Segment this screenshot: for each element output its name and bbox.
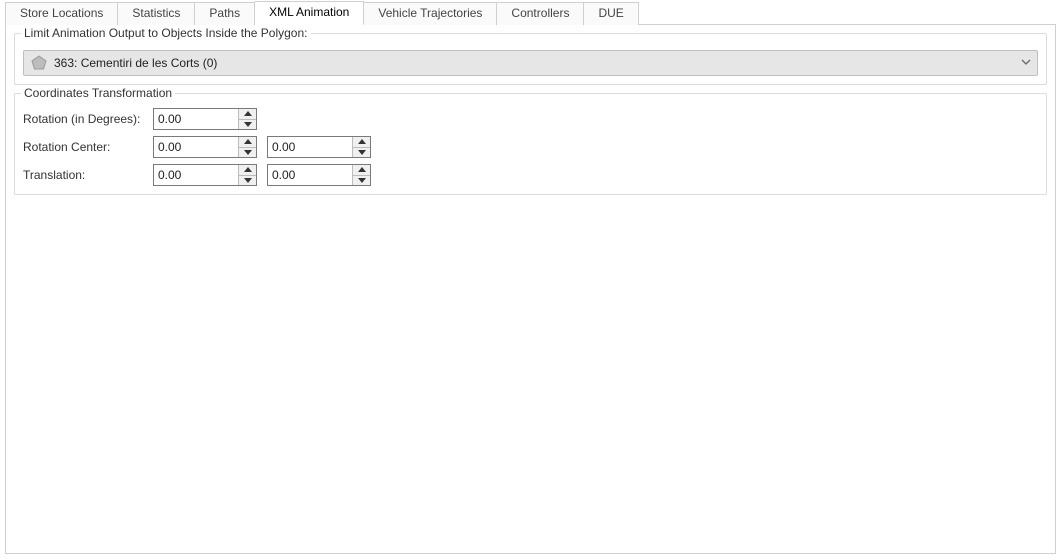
rotation-center-x-spin-buttons (238, 137, 256, 157)
tab-panel-xml-animation: Limit Animation Output to Objects Inside… (5, 24, 1056, 554)
polygon-limit-legend: Limit Animation Output to Objects Inside… (21, 26, 311, 40)
rotation-center-y-spinbox[interactable] (267, 136, 371, 158)
rotation-center-row: Rotation Center: (23, 136, 1038, 158)
tab-bar: Store Locations Statistics Paths XML Ani… (0, 0, 1061, 24)
coordinates-transformation-legend: Coordinates Transformation (21, 86, 175, 100)
translation-y-input[interactable] (268, 165, 352, 185)
translation-x-input[interactable] (154, 165, 238, 185)
coordinates-transformation-group: Coordinates Transformation Rotation (in … (14, 93, 1047, 195)
rotation-center-y-input[interactable] (268, 137, 352, 157)
tab-statistics[interactable]: Statistics (118, 2, 195, 25)
tab-xml-animation[interactable]: XML Animation (255, 1, 364, 25)
spin-up-icon[interactable] (239, 165, 256, 176)
rotation-center-x-input[interactable] (154, 137, 238, 157)
rotation-center-label: Rotation Center: (23, 140, 153, 154)
translation-x-spinbox[interactable] (153, 164, 257, 186)
translation-row: Translation: (23, 164, 1038, 186)
translation-y-spinbox[interactable] (267, 164, 371, 186)
rotation-degrees-label: Rotation (in Degrees): (23, 112, 153, 126)
spin-down-icon[interactable] (239, 176, 256, 186)
rotation-degrees-input[interactable] (154, 109, 238, 129)
rotation-center-x-spinbox[interactable] (153, 136, 257, 158)
rotation-degrees-spinbox[interactable] (153, 108, 257, 130)
translation-y-spin-buttons (352, 165, 370, 185)
spin-down-icon[interactable] (239, 120, 256, 130)
spin-up-icon[interactable] (353, 165, 370, 176)
spin-up-icon[interactable] (353, 137, 370, 148)
spin-down-icon[interactable] (239, 148, 256, 158)
spin-down-icon[interactable] (353, 148, 370, 158)
chevron-down-icon (1021, 56, 1031, 70)
tab-paths[interactable]: Paths (195, 2, 255, 25)
polygon-icon (30, 54, 48, 72)
rotation-degrees-row: Rotation (in Degrees): (23, 108, 1038, 130)
polygon-select[interactable]: 363: Cementiri de les Corts (0) (23, 50, 1038, 76)
tabs-container: Store Locations Statistics Paths XML Ani… (0, 0, 1061, 554)
tab-store-locations[interactable]: Store Locations (5, 2, 118, 25)
rotation-center-y-spin-buttons (352, 137, 370, 157)
tab-due[interactable]: DUE (584, 2, 638, 25)
tab-vehicle-trajectories[interactable]: Vehicle Trajectories (364, 2, 497, 25)
spin-up-icon[interactable] (239, 137, 256, 148)
translation-label: Translation: (23, 168, 153, 182)
tab-controllers[interactable]: Controllers (497, 2, 584, 25)
spin-down-icon[interactable] (353, 176, 370, 186)
polygon-limit-group: Limit Animation Output to Objects Inside… (14, 33, 1047, 85)
spin-up-icon[interactable] (239, 109, 256, 120)
rotation-degrees-spin-buttons (238, 109, 256, 129)
translation-x-spin-buttons (238, 165, 256, 185)
polygon-select-text: 363: Cementiri de les Corts (0) (54, 56, 1021, 70)
